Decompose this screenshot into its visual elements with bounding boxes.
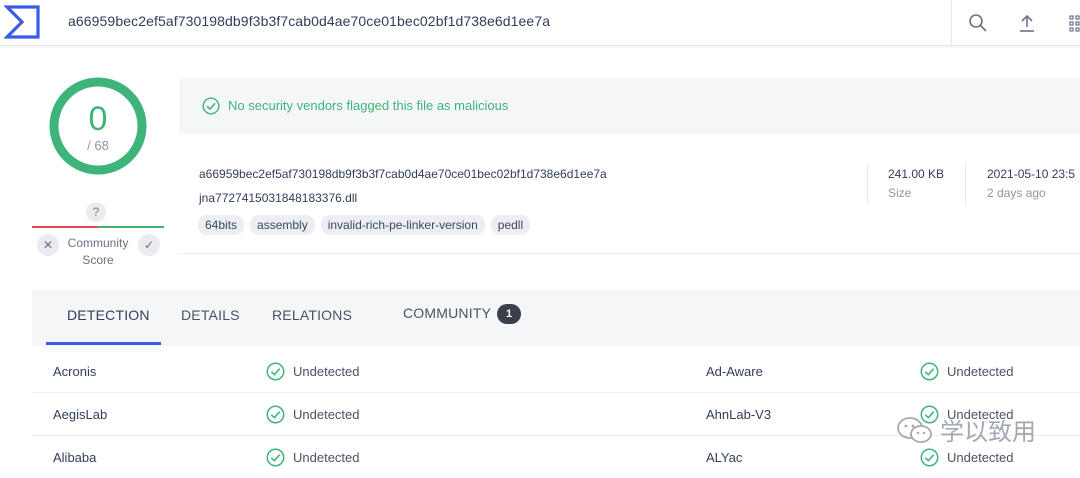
chat-bubbles-icon <box>897 416 932 443</box>
meta-divider <box>867 164 868 204</box>
analysis-date-value: 2021-05-10 23:5 <box>987 167 1076 181</box>
grid-icon[interactable] <box>1064 11 1080 35</box>
table-row: Acronis Undetected Ad-Aware Undetected <box>32 350 1080 393</box>
result-label: Undetected <box>293 364 360 379</box>
tag-chip[interactable]: assembly <box>250 215 315 235</box>
vendor-name: AegisLab <box>53 407 108 422</box>
search-icon[interactable] <box>966 11 990 35</box>
vendor-result: Undetected <box>920 448 1014 467</box>
file-hash[interactable]: a66959bec2ef5af730198db9f3b3f7cab0d4ae70… <box>199 167 607 181</box>
search-input[interactable]: a66959bec2ef5af730198db9f3b3f7cab0d4ae70… <box>68 13 550 29</box>
check-circle-icon <box>266 405 285 424</box>
community-bar-negative <box>32 226 98 228</box>
upload-icon[interactable] <box>1015 11 1039 35</box>
logo-icon[interactable] <box>3 4 42 40</box>
check-circle-icon <box>202 97 220 115</box>
result-label: Undetected <box>293 407 360 422</box>
check-circle-icon <box>266 362 285 381</box>
vendor-result: Undetected <box>266 405 360 424</box>
tag-chip[interactable]: 64bits <box>198 215 245 235</box>
community-bar-positive <box>98 226 164 228</box>
file-tags: 64bits assembly invalid-rich-pe-linker-v… <box>198 215 531 235</box>
community-count-badge: 1 <box>497 304 521 324</box>
watermark: 学以致用 <box>896 412 1036 447</box>
community-score-label: Community Score <box>67 236 129 267</box>
tag-chip[interactable]: pedll <box>490 215 531 235</box>
vendor-name: AhnLab-V3 <box>706 407 772 422</box>
detection-score-ring: 0 / 68 <box>46 74 150 178</box>
tab-details[interactable]: DETAILS <box>181 307 240 323</box>
status-banner: No security vendors flagged this file as… <box>179 78 1080 134</box>
active-tab-indicator <box>46 342 161 345</box>
vote-harmless-button[interactable]: ✓ <box>138 234 160 256</box>
vendor-result: Undetected <box>266 448 360 467</box>
community-score-value: ? <box>86 202 106 222</box>
check-circle-icon <box>920 362 939 381</box>
watermark-text: 学以致用 <box>940 419 1036 446</box>
status-message: No security vendors flagged this file as… <box>228 98 509 113</box>
result-label: Undetected <box>293 450 360 465</box>
analysis-date-relative: 2 days ago <box>987 186 1046 200</box>
check-circle-icon <box>266 448 285 467</box>
vendor-name: Ad-Aware <box>706 364 763 379</box>
file-name: jna7727415031848183376.dll <box>199 191 358 205</box>
result-label: Undetected <box>947 364 1014 379</box>
meta-divider <box>965 164 966 204</box>
file-size-label: Size <box>888 186 912 200</box>
detection-count: 0 <box>88 100 108 138</box>
topbar-divider <box>951 0 952 46</box>
vendor-name: Alibaba <box>53 450 97 465</box>
top-bar: a66959bec2ef5af730198db9f3b3f7cab0d4ae70… <box>0 0 1080 46</box>
tab-detection[interactable]: DETECTION <box>67 307 150 323</box>
tag-chip[interactable]: invalid-rich-pe-linker-version <box>320 215 485 235</box>
tab-bar: DETECTION DETAILS RELATIONS COMMUNITY 1 <box>32 290 1080 346</box>
file-info-panel: a66959bec2ef5af730198db9f3b3f7cab0d4ae70… <box>179 134 1080 254</box>
engine-total: / 68 <box>87 138 109 153</box>
vendor-name: ALYac <box>706 450 743 465</box>
tab-community[interactable]: COMMUNITY <box>403 305 491 321</box>
vote-malicious-button[interactable]: ✕ <box>37 234 59 256</box>
vendor-result: Undetected <box>266 362 360 381</box>
check-circle-icon <box>920 448 939 467</box>
vendor-result: Undetected <box>920 362 1014 381</box>
tab-relations[interactable]: RELATIONS <box>272 307 352 323</box>
vendor-name: Acronis <box>53 364 97 379</box>
result-label: Undetected <box>947 450 1014 465</box>
file-size-value: 241.00 KB <box>888 167 945 181</box>
